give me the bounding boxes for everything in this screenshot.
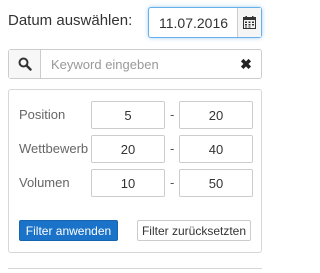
range-separator: - — [170, 175, 175, 190]
range-separator: - — [170, 141, 175, 156]
divider — [8, 268, 262, 269]
wettbewerb-min-input[interactable]: 20 — [91, 135, 165, 163]
filter-label-wettbewerb: Wettbewerb — [19, 141, 89, 156]
keyword-search: ✖ — [8, 49, 262, 79]
position-max-input[interactable]: 20 — [179, 101, 253, 129]
date-picker[interactable] — [148, 7, 262, 38]
position-min-input[interactable]: 5 — [91, 101, 165, 129]
clear-icon[interactable]: ✖ — [231, 50, 261, 78]
keyword-input[interactable] — [41, 50, 231, 78]
keyword-filter-widget: Datum auswählen: 11.07.2016 Keyword eing… — [0, 0, 270, 273]
apply-filter-button[interactable]: Filter anwenden — [19, 220, 118, 241]
date-label: Datum auswählen: — [8, 12, 133, 29]
reset-filter-button[interactable]: Filter zurücksetzten — [137, 220, 251, 241]
volumen-max-input[interactable]: 50 — [179, 169, 253, 197]
filter-row-wettbewerb: Wettbewerb 20 - 40 — [19, 135, 253, 163]
range-separator: - — [170, 107, 175, 122]
date-input[interactable] — [149, 8, 237, 37]
calendar-icon[interactable] — [237, 8, 261, 37]
wettbewerb-max-input[interactable]: 40 — [179, 135, 253, 163]
filter-label-position: Position — [19, 107, 66, 122]
filter-label-volumen: Volumen — [19, 175, 70, 190]
search-icon — [9, 50, 41, 78]
filter-panel: Position 5 - 20 Wettbewerb 20 - 40 Volum… — [8, 89, 262, 253]
volumen-min-input[interactable]: 10 — [91, 169, 165, 197]
filter-row-volumen: Volumen 10 - 50 — [19, 169, 253, 197]
filter-row-position: Position 5 - 20 — [19, 101, 253, 129]
